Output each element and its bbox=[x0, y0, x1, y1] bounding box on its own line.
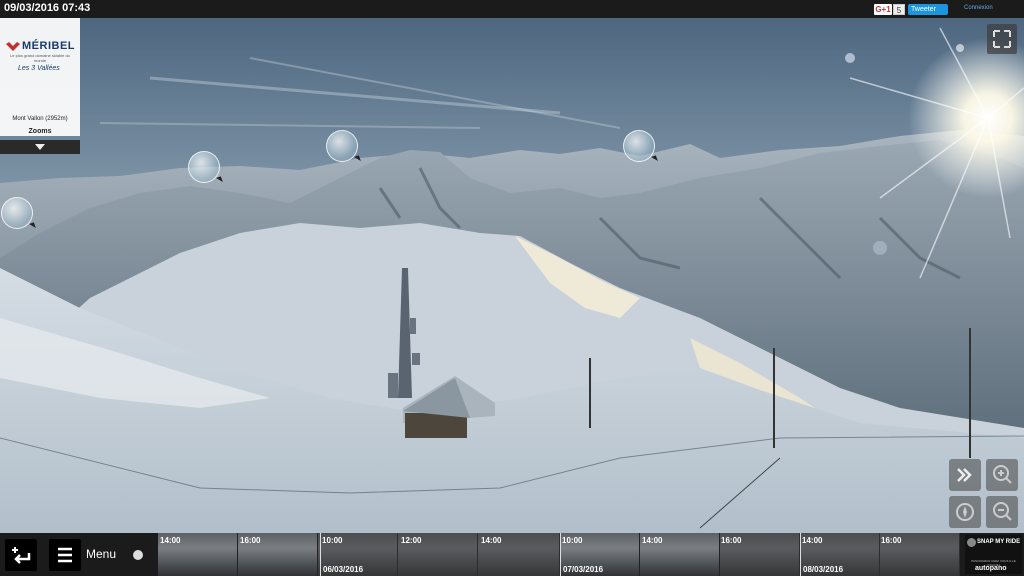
capture-datetime: 09/03/2016 07:43 bbox=[4, 2, 91, 14]
day-divider bbox=[800, 533, 801, 576]
fullscreen-icon bbox=[993, 30, 1011, 48]
resort-tagline: Le plus grand domaine skiable du monde bbox=[10, 53, 70, 63]
timeline-time: 16:00 bbox=[721, 536, 742, 545]
menu-label[interactable]: Menu bbox=[86, 547, 116, 561]
zoom-out-icon bbox=[993, 502, 1012, 521]
point-of-interest-icon[interactable] bbox=[188, 151, 220, 183]
panorama-image bbox=[0, 18, 1024, 533]
menu-button[interactable] bbox=[49, 539, 81, 571]
point-of-interest-icon[interactable] bbox=[623, 130, 655, 162]
panorama-view[interactable] bbox=[0, 18, 1024, 533]
zoom-in-button[interactable] bbox=[986, 459, 1018, 491]
google-plus-button[interactable]: G+1 bbox=[874, 4, 892, 15]
brand-logo-icon bbox=[967, 538, 976, 547]
point-of-interest-icon[interactable] bbox=[1, 197, 33, 229]
timeline-time: 14:00 bbox=[642, 536, 663, 545]
point-of-interest-icon[interactable] bbox=[326, 130, 358, 162]
timeline-date: 08/03/2016 bbox=[803, 565, 844, 574]
valleys-logo: Les 3 Vallées bbox=[18, 65, 60, 72]
brand-partner: autopano bbox=[975, 565, 1007, 572]
timeline-time: 14:00 bbox=[481, 536, 502, 545]
timeline-time: 10:00 bbox=[322, 536, 343, 545]
timeline-time: 14:00 bbox=[160, 536, 181, 545]
zooms-label[interactable]: Zooms bbox=[0, 128, 80, 135]
back-arrow-icon bbox=[12, 547, 31, 564]
timeline-time: 10:00 bbox=[562, 536, 583, 545]
timeline-time: 12:00 bbox=[401, 536, 422, 545]
timeline-time: 16:00 bbox=[240, 536, 261, 545]
resort-logo-panel[interactable]: MÉRIBEL Le plus grand domaine skiable du… bbox=[0, 18, 80, 154]
day-divider bbox=[560, 533, 561, 576]
compass-button[interactable] bbox=[949, 496, 981, 528]
timeline-date: 06/03/2016 bbox=[323, 565, 364, 574]
zoom-out-button[interactable] bbox=[986, 496, 1018, 528]
timeline-strip[interactable]: 14:00 16:00 10:00 12:00 14:00 10:00 14:0… bbox=[158, 533, 960, 576]
timeline-previous-button[interactable] bbox=[133, 550, 143, 560]
timeline-date: 07/03/2016 bbox=[563, 565, 604, 574]
fast-forward-icon bbox=[957, 468, 972, 482]
tweet-button[interactable]: Tweeter bbox=[908, 4, 948, 15]
day-divider bbox=[320, 533, 321, 576]
fullscreen-button[interactable] bbox=[987, 24, 1017, 54]
compass-icon bbox=[956, 503, 974, 521]
zoom-in-icon bbox=[993, 465, 1012, 484]
top-bar: 09/03/2016 07:43 G+1 5 Tweeter Connexion bbox=[0, 0, 1024, 18]
location-label: Mont Vallon (2952m) bbox=[12, 116, 68, 122]
bottom-bar: Menu 14:00 16:00 10:00 12:00 14:00 10:00… bbox=[0, 533, 1024, 576]
resort-name: MÉRIBEL bbox=[22, 40, 75, 52]
brand-name: SNAP MY RIDE bbox=[977, 539, 1021, 545]
back-button[interactable] bbox=[5, 539, 37, 571]
timeline-time: 16:00 bbox=[881, 536, 902, 545]
zooms-dropdown-toggle[interactable] bbox=[0, 140, 80, 154]
login-link[interactable]: Connexion bbox=[964, 5, 993, 11]
snapmyride-brand[interactable]: SNAP MY RIDE PANORAMAS CHEZ VOUS & LE LO… bbox=[965, 535, 1022, 574]
timeline-time: 14:00 bbox=[802, 536, 823, 545]
hamburger-menu-icon bbox=[58, 547, 72, 563]
meribel-heart-icon bbox=[6, 42, 20, 51]
google-plus-count: 5 bbox=[893, 4, 905, 15]
fast-forward-button[interactable] bbox=[949, 459, 981, 491]
